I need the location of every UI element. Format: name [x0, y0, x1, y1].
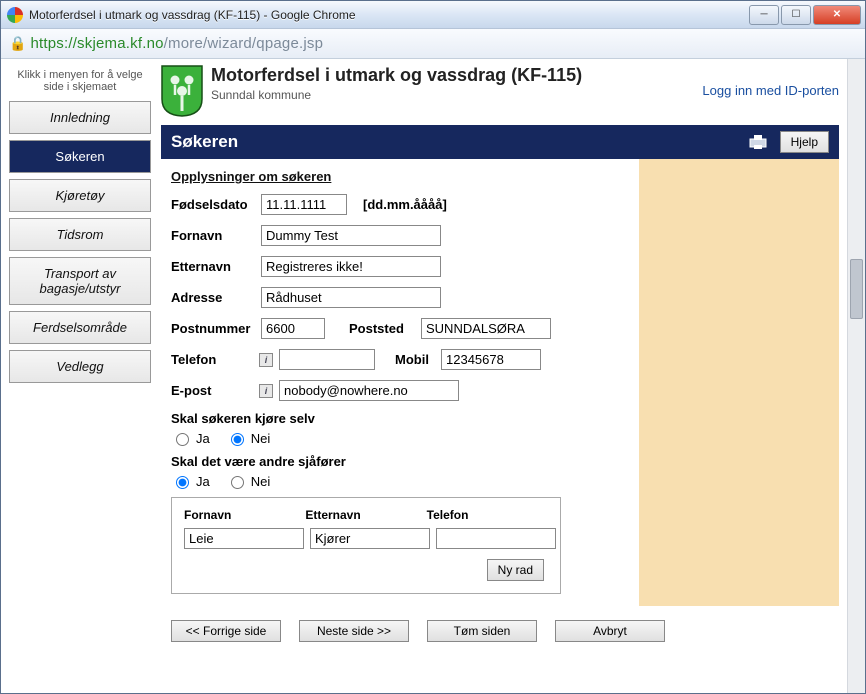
sidebar-item-4[interactable]: Transport av bagasje/utstyr: [9, 257, 151, 305]
sidebar-item-5[interactable]: Ferdselsområde: [9, 311, 151, 344]
driver-input-telefon[interactable]: [436, 528, 556, 549]
next-page-button[interactable]: Neste side >>: [299, 620, 409, 642]
sidebar-item-6[interactable]: Vedlegg: [9, 350, 151, 383]
url-text: https://skjema.kf.no/more/wizard/qpage.j…: [30, 35, 323, 52]
input-mobil[interactable]: [441, 349, 541, 370]
driver-table: Fornavn Etternavn Telefon Ny rad: [171, 497, 561, 594]
label-fornavn: Fornavn: [171, 228, 261, 243]
driver-col-etternavn: Etternavn: [305, 508, 426, 522]
info-icon-telefon[interactable]: i: [259, 353, 273, 367]
driver-col-fornavn: Fornavn: [184, 508, 305, 522]
input-postnummer[interactable]: [261, 318, 325, 339]
page-title: Motorferdsel i utmark og vassdrag (KF-11…: [211, 65, 582, 86]
input-fodselsdato[interactable]: [261, 194, 347, 215]
chrome-icon: [7, 7, 23, 23]
help-button[interactable]: Hjelp: [780, 131, 829, 153]
label-mobil: Mobil: [395, 352, 441, 367]
browser-scrollbar[interactable]: [847, 59, 865, 693]
window-titlebar: Motorferdsel i utmark og vassdrag (KF-11…: [1, 1, 865, 29]
label-telefon: Telefon: [171, 352, 261, 367]
sidebar-item-1[interactable]: Søkeren: [9, 140, 151, 173]
close-button[interactable]: ✕: [813, 5, 861, 25]
radio-label-ja1: Ja: [196, 431, 210, 446]
label-fodselsdato: Fødselsdato: [171, 197, 261, 212]
sidebar-item-2[interactable]: Kjøretøy: [9, 179, 151, 212]
print-icon[interactable]: [748, 134, 768, 150]
driver-input-etternavn[interactable]: [310, 528, 430, 549]
address-bar[interactable]: 🔒 https://skjema.kf.no/more/wizard/qpage…: [1, 29, 865, 59]
menu-hint: Klikk i menyen for å velge side i skjema…: [9, 65, 151, 101]
label-epost: E-post: [171, 383, 261, 398]
form-section-heading: Opplysninger om søkeren: [171, 169, 331, 184]
input-etternavn[interactable]: [261, 256, 441, 277]
input-epost[interactable]: [279, 380, 459, 401]
sidebar-item-0[interactable]: Innledning: [9, 101, 151, 134]
label-postnummer: Postnummer: [171, 321, 261, 336]
input-fornavn[interactable]: [261, 225, 441, 246]
sidebar-item-3[interactable]: Tidsrom: [9, 218, 151, 251]
window-title: Motorferdsel i utmark og vassdrag (KF-11…: [29, 8, 747, 22]
page-subtitle: Sunndal kommune: [211, 88, 582, 102]
lock-icon: 🔒: [9, 35, 26, 52]
cancel-button[interactable]: Avbryt: [555, 620, 665, 642]
input-telefon[interactable]: [279, 349, 375, 370]
radio-self-drive-ja[interactable]: [176, 433, 189, 446]
question-other-drivers: Skal det være andre sjåfører: [171, 454, 831, 469]
municipality-shield-icon: [161, 65, 203, 117]
driver-col-telefon: Telefon: [427, 508, 548, 522]
new-row-button[interactable]: Ny rad: [487, 559, 544, 581]
radio-other-drivers-nei[interactable]: [231, 476, 244, 489]
date-format-hint: [dd.mm.åååå]: [363, 197, 447, 212]
minimize-button[interactable]: ─: [749, 5, 779, 25]
info-icon-epost[interactable]: i: [259, 384, 273, 398]
label-poststed: Poststed: [349, 321, 421, 336]
radio-label-nei1: Nei: [251, 431, 271, 446]
driver-input-fornavn[interactable]: [184, 528, 304, 549]
radio-label-ja2: Ja: [196, 474, 210, 489]
prev-page-button[interactable]: << Forrige side: [171, 620, 281, 642]
input-poststed[interactable]: [421, 318, 551, 339]
radio-self-drive-nei[interactable]: [231, 433, 244, 446]
question-self-drive: Skal søkeren kjøre selv: [171, 411, 831, 426]
scrollbar-thumb[interactable]: [850, 259, 863, 319]
login-link[interactable]: Logg inn med ID-porten: [702, 83, 839, 98]
input-adresse[interactable]: [261, 287, 441, 308]
label-adresse: Adresse: [171, 290, 261, 305]
radio-label-nei2: Nei: [251, 474, 271, 489]
radio-other-drivers-ja[interactable]: [176, 476, 189, 489]
maximize-button[interactable]: ☐: [781, 5, 811, 25]
label-etternavn: Etternavn: [171, 259, 261, 274]
section-title: Søkeren: [171, 132, 238, 152]
clear-page-button[interactable]: Tøm siden: [427, 620, 537, 642]
